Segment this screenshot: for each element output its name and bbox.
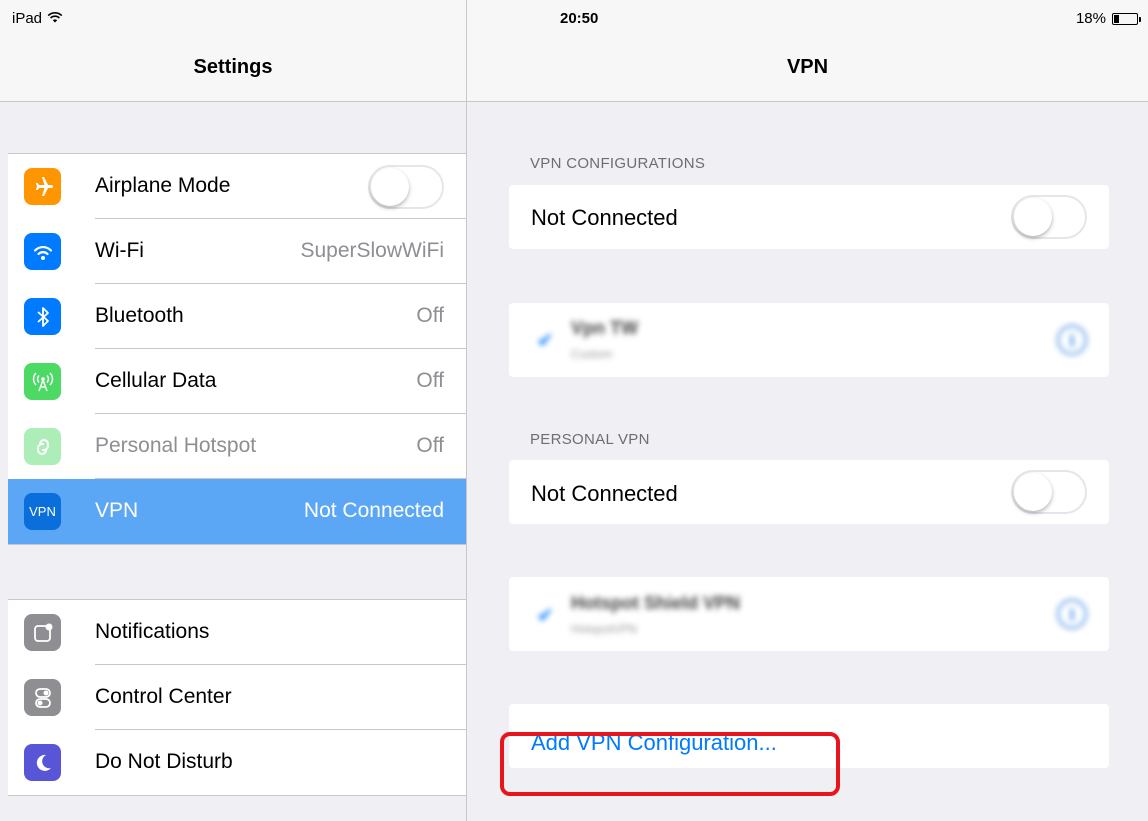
vpn-title: VPN	[786, 56, 829, 78]
row-control-center[interactable]: Control Center	[8, 665, 466, 730]
vpn-config-card[interactable]: ✔ Vpn TW Custom i	[509, 303, 1109, 377]
cellular-data-label: Cellular Data	[95, 369, 217, 392]
personal-vpn-status-card: Not Connected	[509, 460, 1109, 524]
vpn-config-subtitle: Custom	[571, 347, 613, 361]
personal-vpn-toggle[interactable]	[1011, 470, 1087, 514]
airplane-mode-toggle[interactable]	[368, 165, 444, 209]
personal-vpn-header: PERSONAL VPN	[530, 431, 650, 448]
vpn-icon-text: VPN	[29, 504, 56, 519]
personal-vpn-subtitle: HotspotVPN	[571, 622, 638, 636]
row-cellular-data[interactable]: Cellular Data Off	[8, 349, 466, 414]
wifi-value: SuperSlowWiFi	[300, 239, 444, 262]
status-right: 18%	[1075, 10, 1141, 27]
settings-navbar: Settings	[0, 34, 466, 102]
device-name: iPad	[12, 10, 43, 27]
settings-list: Airplane Mode Wi-Fi SuperSlowWiFi Blueto…	[0, 102, 466, 821]
row-airplane-mode[interactable]: Airplane Mode	[8, 154, 466, 219]
hotspot-icon	[24, 428, 61, 465]
battery-percent: 18%	[1075, 10, 1106, 27]
row-wifi[interactable]: Wi-Fi SuperSlowWiFi	[8, 219, 466, 284]
vpn-detail: VPN CONFIGURATIONS Not Connected ✔ Vpn T…	[467, 102, 1148, 821]
info-icon[interactable]: i	[1057, 325, 1087, 355]
vpn-icon: VPN	[24, 493, 61, 530]
vpn-config-name: Vpn TW	[571, 318, 638, 338]
row-vpn[interactable]: VPN VPN Not Connected	[8, 479, 466, 544]
notifications-label: Notifications	[95, 620, 210, 643]
status-left: iPad	[12, 10, 63, 27]
vpn-navbar: VPN	[467, 34, 1148, 102]
row-notifications[interactable]: Notifications	[8, 600, 466, 665]
personal-vpn-status-label: Not Connected	[531, 481, 678, 506]
row-do-not-disturb[interactable]: Do Not Disturb	[8, 730, 466, 795]
settings-group-connectivity: Airplane Mode Wi-Fi SuperSlowWiFi Blueto…	[8, 153, 466, 545]
vpn-status-label: Not Connected	[531, 205, 678, 230]
bluetooth-icon	[24, 298, 61, 335]
personal-hotspot-value: Off	[416, 434, 444, 457]
personal-vpn-name: Hotspot Shield VPN	[571, 593, 741, 613]
row-bluetooth[interactable]: Bluetooth Off	[8, 284, 466, 349]
moon-icon	[24, 744, 61, 781]
checkmark-icon: ✔	[537, 330, 554, 352]
status-bar: iPad 20:50 18%	[0, 0, 1148, 34]
settings-title: Settings	[193, 56, 273, 78]
settings-group-notifications: Notifications Control Center Do Not Dist…	[8, 599, 466, 796]
personal-hotspot-label: Personal Hotspot	[95, 434, 257, 457]
checkmark-icon: ✔	[537, 605, 554, 627]
wifi-icon	[24, 233, 61, 270]
airplane-mode-label: Airplane Mode	[95, 174, 231, 197]
airplane-icon	[24, 168, 61, 205]
do-not-disturb-label: Do Not Disturb	[95, 750, 233, 773]
notifications-icon	[24, 614, 61, 651]
vpn-status-card: Not Connected	[509, 185, 1109, 249]
row-personal-hotspot[interactable]: Personal Hotspot Off	[8, 414, 466, 479]
bluetooth-value: Off	[416, 304, 444, 327]
vpn-label: VPN	[95, 499, 139, 522]
wifi-label: Wi-Fi	[95, 239, 144, 262]
highlight-box	[500, 732, 840, 796]
control-center-icon	[24, 679, 61, 716]
info-icon[interactable]: i	[1057, 599, 1087, 629]
personal-vpn-card[interactable]: ✔ Hotspot Shield VPN HotspotVPN i	[509, 577, 1109, 651]
vpn-configurations-header: VPN CONFIGURATIONS	[530, 155, 706, 172]
cellular-data-value: Off	[416, 369, 444, 392]
vpn-status-toggle[interactable]	[1011, 195, 1087, 239]
vpn-value: Not Connected	[303, 499, 444, 522]
battery-icon	[1112, 12, 1141, 25]
status-time: 20:50	[560, 10, 599, 27]
antenna-icon	[24, 363, 61, 400]
bluetooth-label: Bluetooth	[95, 304, 184, 327]
wifi-signal-icon	[47, 10, 63, 27]
control-center-label: Control Center	[95, 685, 232, 708]
